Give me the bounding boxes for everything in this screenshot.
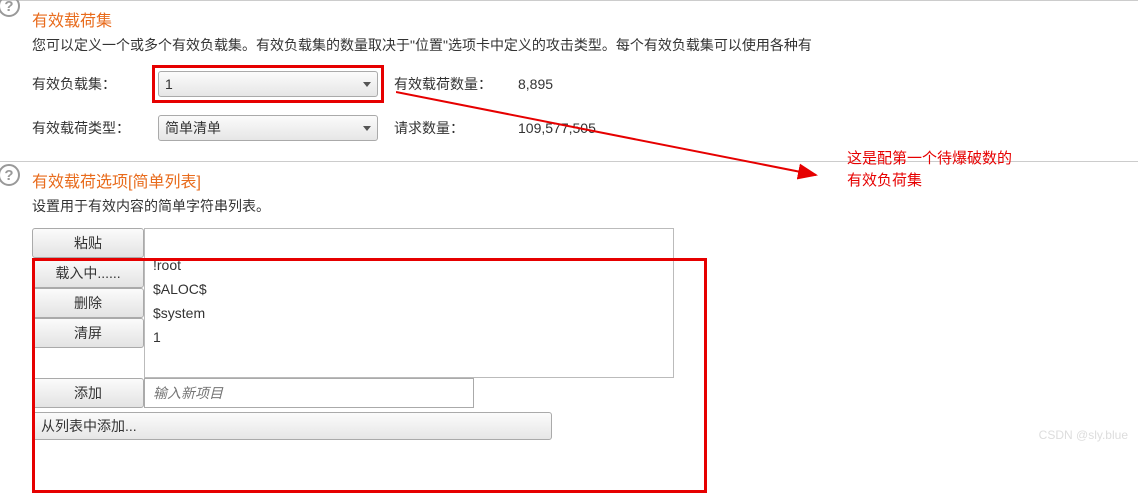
section2-desc: 设置用于有效内容的简单字符串列表。 bbox=[32, 196, 1132, 216]
list-item[interactable]: $system bbox=[145, 301, 673, 325]
list-item[interactable]: !root bbox=[145, 253, 673, 277]
list-item[interactable]: 1 bbox=[145, 325, 673, 349]
section1-desc: 您可以定义一个或多个有效负载集。有效负载集的数量取决于"位置"选项卡中定义的攻击… bbox=[32, 35, 1132, 55]
paste-button[interactable]: 粘贴 bbox=[32, 228, 144, 258]
annotation-line1: 这是配第一个待爆破数的 bbox=[847, 148, 1012, 170]
payload-count-label: 有效载荷数量： bbox=[394, 74, 514, 94]
load-button[interactable]: 载入中...... bbox=[32, 258, 144, 288]
annotation-text: 这是配第一个待爆破数的 有效负荷集 bbox=[847, 148, 1012, 192]
highlight-box-1: 1 bbox=[152, 65, 384, 103]
clear-button[interactable]: 清屏 bbox=[32, 318, 144, 348]
add-item-input[interactable] bbox=[144, 378, 474, 408]
payload-list[interactable]: !root $ALOC$ $system 1 bbox=[144, 228, 674, 378]
add-button[interactable]: 添加 bbox=[32, 378, 144, 408]
delete-button[interactable]: 删除 bbox=[32, 288, 144, 318]
section1-title: 有效载荷集 bbox=[32, 7, 1132, 31]
payload-count-value: 8,895 bbox=[518, 76, 553, 92]
help-icon[interactable]: ? bbox=[0, 0, 20, 17]
list-item[interactable] bbox=[145, 229, 673, 253]
chevron-down-icon bbox=[363, 82, 371, 87]
request-count-value: 109,577,505 bbox=[518, 120, 596, 136]
request-count-label: 请求数量： bbox=[394, 118, 514, 138]
payload-set-dropdown[interactable]: 1 bbox=[158, 71, 378, 97]
add-from-list-label: 从列表中添加... bbox=[41, 416, 137, 436]
payload-set-label: 有效负载集： bbox=[32, 74, 152, 94]
payload-type-label: 有效载荷类型： bbox=[32, 118, 152, 138]
add-from-list-dropdown[interactable]: 从列表中添加... bbox=[32, 412, 552, 440]
help-icon[interactable]: ? bbox=[0, 164, 20, 186]
watermark: CSDN @sly.blue bbox=[1039, 428, 1128, 442]
annotation-line2: 有效负荷集 bbox=[847, 170, 1012, 192]
chevron-down-icon bbox=[363, 126, 371, 131]
payload-set-value: 1 bbox=[165, 76, 173, 92]
list-item[interactable]: $ALOC$ bbox=[145, 277, 673, 301]
payload-type-dropdown[interactable]: 简单清单 bbox=[158, 115, 378, 141]
payload-type-value: 简单清单 bbox=[165, 118, 221, 138]
